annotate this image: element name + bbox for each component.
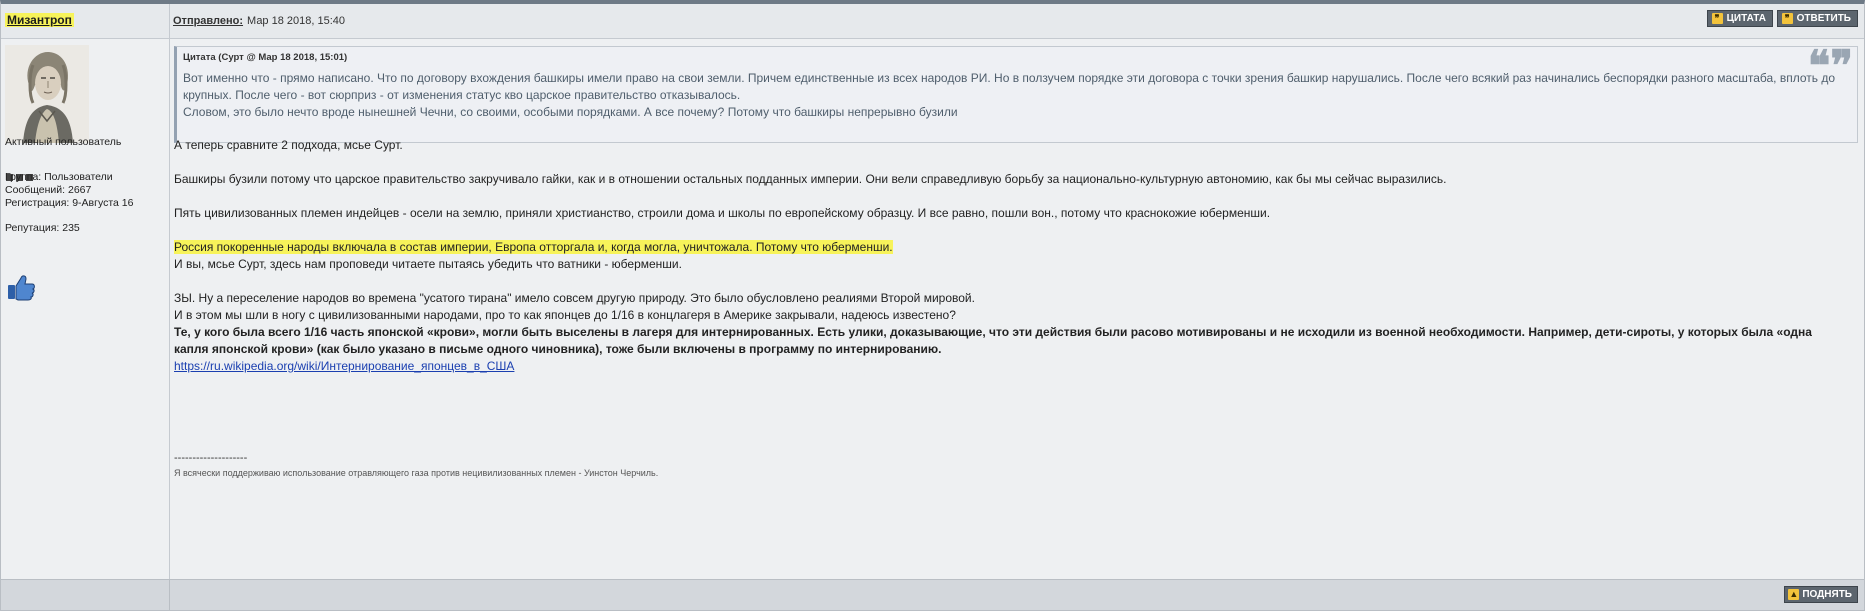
post-paragraph: Пять цивилизованных племен индейцев - ос…: [174, 206, 1271, 220]
quote-header: Цитата (Сурт @ Мар 18 2018, 15:01): [183, 52, 348, 63]
quote-button[interactable]: ❞ ЦИТАТА: [1706, 10, 1773, 27]
user-reputation: Репутация: 235: [5, 222, 80, 234]
signature-separator: --------------------: [174, 452, 248, 464]
post-paragraph: Башкиры бузили потому что царское правит…: [174, 172, 1447, 186]
user-title: Активный пользователь: [5, 136, 122, 148]
up-button-label: ПОДНЯТЬ: [1802, 589, 1852, 600]
user-group: Группа: Пользователи: [5, 171, 113, 183]
up-button[interactable]: ▲ ПОДНЯТЬ: [1784, 586, 1858, 603]
quote-line: Словом, это было нечто вроде нынешней Че…: [183, 105, 958, 119]
quote-block: Цитата (Сурт @ Мар 18 2018, 15:01) ❝❞ Во…: [174, 45, 1858, 143]
quote-button-label: ЦИТАТА: [1726, 13, 1766, 24]
up-arrow-icon: ▲: [1788, 589, 1800, 600]
avatar-portrait: [5, 45, 89, 143]
posted-date-value: Мар 18 2018, 15:40: [247, 15, 346, 27]
post-body: А теперь сравните 2 подхода, мсье Сурт. …: [174, 137, 1844, 375]
author-name-link[interactable]: Мизантроп: [5, 13, 74, 27]
post-header-author-cell: Мизантроп: [1, 4, 170, 38]
user-registered: Регистрация: 9-Августа 16: [5, 197, 134, 209]
forum-post: Мизантроп Отправлено: Мар 18 2018, 15:40 …: [0, 0, 1865, 611]
post-footer-left-cell: [1, 580, 170, 610]
user-post-count: Сообщений: 2667: [5, 184, 92, 196]
post-paragraph: И вы, мсье Сурт, здесь нам проповеди чит…: [174, 257, 682, 271]
avatar[interactable]: [5, 45, 89, 143]
highlighted-text: Россия покоренные народы включала в сост…: [174, 240, 893, 254]
quote-icon: ❞: [1711, 13, 1723, 24]
reply-button-label: ОТВЕТИТЬ: [1796, 13, 1851, 24]
user-info-panel: Активный пользователь Группа: Пользовате…: [1, 39, 170, 580]
wikipedia-link[interactable]: https://ru.wikipedia.org/wiki/Интерниров…: [174, 359, 514, 373]
reply-icon: ❞: [1781, 13, 1793, 24]
thumbs-up-icon[interactable]: [6, 272, 36, 307]
post-paragraph: И в этом мы шли в ногу с цивилизованными…: [174, 308, 956, 322]
reply-button[interactable]: ❞ ОТВЕТИТЬ: [1776, 10, 1858, 27]
bold-paragraph: Те, у кого была всего 1/16 часть японско…: [174, 325, 1812, 356]
signature-text: Я всячески поддерживаю использование отр…: [174, 468, 659, 478]
post-footer: ▲ ПОДНЯТЬ: [1, 579, 1864, 610]
post-date: Отправлено: Мар 18 2018, 15:40: [173, 15, 345, 27]
post-header: Мизантроп Отправлено: Мар 18 2018, 15:40 …: [1, 4, 1864, 39]
post-paragraph: ЗЫ. Ну а переселение народов во времена …: [174, 291, 975, 305]
quote-text: Вот именно что - прямо написано. Что по …: [183, 70, 1847, 121]
quote-line: Вот именно что - прямо написано. Что по …: [183, 71, 1835, 102]
post-content: Цитата (Сурт @ Мар 18 2018, 15:01) ❝❞ Во…: [170, 39, 1864, 580]
post-paragraph: А теперь сравните 2 подхода, мсье Сурт.: [174, 138, 403, 152]
posted-label: Отправлено:: [173, 15, 244, 27]
